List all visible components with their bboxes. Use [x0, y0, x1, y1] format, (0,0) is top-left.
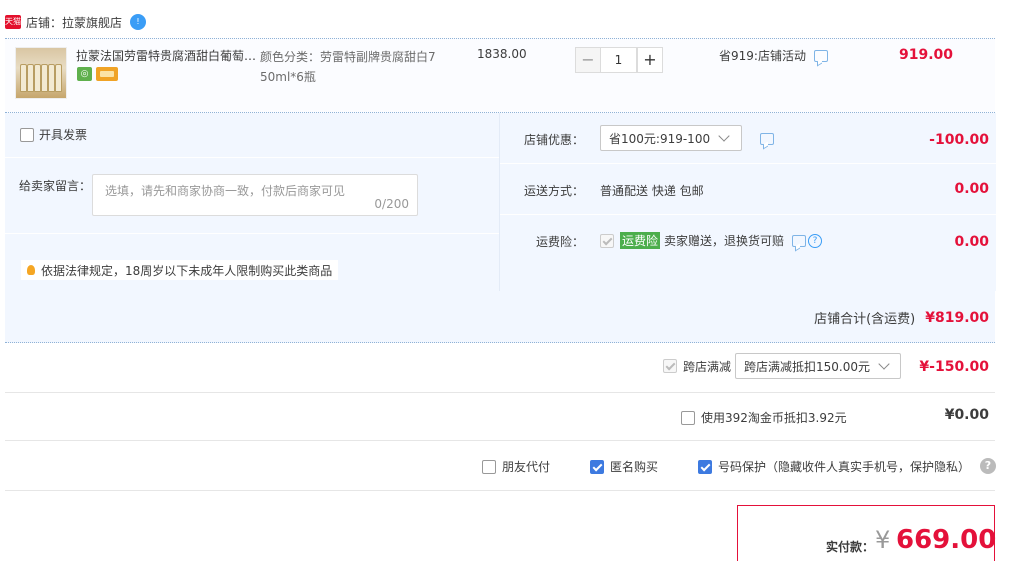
unit-price: 1838.00: [477, 47, 527, 61]
anonymous-checkbox[interactable]: [590, 459, 604, 474]
cross-store-select[interactable]: 跨店满减抵扣150.00元: [735, 353, 902, 379]
age-restriction-text: 依据法律规定，18周岁以下未成年人限制购买此类商品: [41, 263, 333, 278]
message-label: 给卖家留言：: [19, 179, 92, 193]
shop-name-link[interactable]: 店铺：拉蒙旗舰店: [26, 14, 122, 31]
cross-store-checkbox[interactable]: [663, 359, 677, 373]
anonymous-label: 匿名购买: [610, 460, 659, 474]
insurance-checkbox[interactable]: [600, 233, 614, 248]
quantity-stepper: − 1 +: [575, 47, 663, 73]
quantity-input[interactable]: 1: [601, 47, 637, 73]
order-fees-panel: 店铺优惠： 省100元:919-100 -100.00 运送方式： 普通配送 快…: [499, 113, 996, 291]
help-icon[interactable]: ?: [808, 233, 823, 248]
divider: [5, 490, 995, 491]
shop-subtotal: 店铺合计(含运费) ¥819.00: [814, 308, 989, 328]
sku-line: 50ml*6瓶: [260, 70, 316, 84]
tmall-icon: 天猫: [5, 15, 21, 29]
invoice-checkbox[interactable]: [20, 127, 34, 142]
anonymous-option: 匿名购买: [590, 458, 658, 475]
seller-message-field[interactable]: 选填，请先和商家协商一致，付款后商家可见 0/200: [92, 174, 418, 216]
insurance-amount: 0.00: [954, 234, 989, 250]
shipping-label: 运送方式：: [524, 184, 585, 198]
cross-store-discount: 跨店满减 跨店满减抵扣150.00元: [663, 353, 902, 379]
invoice-label: 开具发票: [39, 128, 88, 142]
cross-store-value: 跨店满减抵扣150.00元: [744, 359, 871, 374]
number-protect-checkbox[interactable]: [698, 459, 712, 474]
shop-discount-value: 省100元:919-100: [609, 131, 711, 146]
divider: [5, 392, 995, 393]
cart-item-row: 拉蒙法国劳雷特贵腐酒甜白葡萄… ◎ 颜色分类：劳雷特副牌贵腐甜白7 50ml*6…: [5, 38, 995, 113]
invoice-option: 开具发票: [20, 126, 87, 143]
sku-line: 颜色分类：劳雷特副牌贵腐甜白7: [260, 50, 436, 64]
shipping-value: 普通配送 快递 包邮: [600, 184, 704, 198]
subtotal-amount: ¥819.00: [925, 309, 989, 326]
number-protect-option: 号码保护（隐藏收件人真实手机号，保护隐私）: [698, 458, 970, 475]
coin-amount: ¥0.00: [944, 407, 989, 423]
shop-discount-select[interactable]: 省100元:919-100: [600, 125, 742, 151]
insurance-label: 运费险：: [536, 235, 585, 249]
friend-pay-label: 朋友代付: [502, 460, 551, 474]
comment-icon[interactable]: [760, 133, 774, 145]
insurance-option: 运费险 卖家赠送，退换货可赔 ?: [600, 232, 823, 249]
coin-deduction: 使用392淘金币抵扣3.92元: [681, 409, 847, 426]
product-title-link[interactable]: 拉蒙法国劳雷特贵腐酒甜白葡萄…: [76, 47, 256, 64]
currency-symbol: ¥: [875, 526, 891, 554]
friend-pay-option: 朋友代付: [482, 458, 550, 475]
insurance-text: 卖家赠送，退换货可赔: [664, 234, 785, 248]
promo-label: 省919:店铺活动: [719, 49, 806, 63]
shipping-amount: 0.00: [954, 181, 989, 197]
cross-store-label: 跨店满减: [683, 359, 732, 374]
actual-payment-box: 实付款： ¥ 669.00: [737, 505, 997, 561]
subtotal-label: 店铺合计(含运费): [814, 312, 916, 327]
shop-discount-label: 店铺优惠：: [524, 133, 585, 147]
age-restriction-note: 依据法律规定，18周岁以下未成年人限制购买此类商品: [21, 260, 339, 280]
message-char-count: 0/200: [374, 197, 409, 211]
item-promo: 省919:店铺活动: [719, 47, 828, 64]
shop-discount-amount: -100.00: [929, 132, 989, 148]
number-protect-label: 号码保护（隐藏收件人真实手机号，保护隐私）: [718, 460, 971, 474]
credit-card-icon: [96, 67, 118, 81]
friend-pay-checkbox[interactable]: [482, 459, 496, 474]
quantity-decrease-button[interactable]: −: [575, 47, 601, 73]
coin-label: 使用392淘金币抵扣3.92元: [701, 411, 847, 425]
sku-info: 颜色分类：劳雷特副牌贵腐甜白7 50ml*6瓶: [260, 47, 445, 87]
cross-store-amount: ¥-150.00: [919, 359, 989, 375]
comment-icon[interactable]: [792, 234, 807, 247]
order-options-panel: 开具发票 给卖家留言： 选填，请先和商家协商一致，付款后商家可见 0/200 依…: [5, 113, 499, 291]
help-icon[interactable]: ?: [980, 458, 996, 474]
lightbulb-icon: [27, 265, 35, 275]
coin-checkbox[interactable]: [681, 410, 695, 425]
divider: [5, 440, 995, 441]
product-thumbnail[interactable]: [15, 47, 67, 99]
insurance-tag: 运费险: [620, 232, 661, 249]
wangwang-chat-icon[interactable]: !: [130, 14, 147, 30]
shop-header: 天猫 店铺：拉蒙旗舰店 !: [5, 11, 147, 33]
chevron-down-icon: [878, 358, 890, 370]
pay-amount: 669.00: [896, 525, 997, 555]
shop-subtotal-row: 店铺合计(含运费) ¥819.00: [5, 291, 995, 343]
guarantee-icon: ◎: [77, 67, 92, 81]
message-placeholder: 选填，请先和商家协商一致，付款后商家可见: [105, 184, 346, 198]
item-total: 919.00: [898, 47, 953, 63]
comment-icon[interactable]: [813, 49, 828, 62]
chevron-down-icon: [718, 130, 730, 142]
pay-label: 实付款：: [826, 540, 875, 554]
quantity-increase-button[interactable]: +: [637, 47, 663, 73]
